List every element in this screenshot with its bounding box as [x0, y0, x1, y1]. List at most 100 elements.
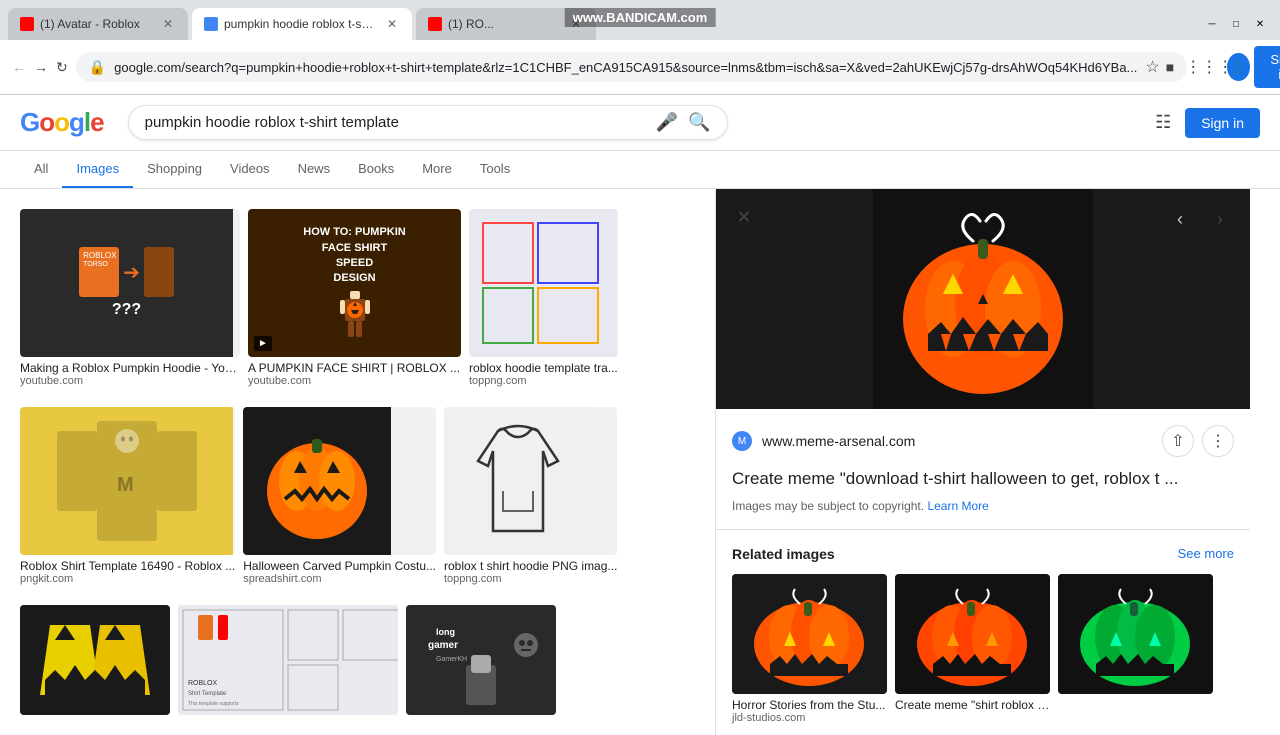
nav-images[interactable]: Images [62, 151, 133, 188]
detail-title: Create meme "download t-shirt halloween … [732, 467, 1234, 491]
svg-text:M: M [117, 474, 134, 496]
image-card-9[interactable]: long gamer GamerKH [406, 605, 556, 723]
video-play-indicator: ► [254, 336, 272, 351]
img-title-5: Halloween Carved Pumpkin Costu... [243, 559, 436, 573]
detail-close-button[interactable]: ✕ [730, 203, 758, 231]
svg-text:This template supports: This template supports [188, 701, 239, 707]
thumb-roblox2: ROBLOX Shirt Template This template supp… [178, 605, 398, 715]
lock-icon: 🔒 [89, 59, 106, 76]
tab-3-favicon [428, 17, 442, 31]
search-bar-wrap: 🎤 🔍 [128, 105, 728, 140]
thumb-pumpkin-text: How To: PumpkinFace ShirtSpeedDesign [248, 209, 461, 357]
thumb-yellow-template: M [20, 407, 233, 555]
related-img-thumb-1 [732, 574, 887, 694]
star-icon[interactable]: ☆ [1145, 57, 1159, 77]
thumb-long-gamer: long gamer GamerKH [406, 605, 556, 715]
img-meta-3: roblox hoodie template tra... toppng.com [469, 357, 618, 391]
img-source-5: spreadshirt.com [243, 573, 436, 585]
extension-icon[interactable]: ■ [1166, 59, 1174, 75]
image-card-3[interactable]: roblox hoodie template tra... toppng.com [469, 209, 618, 391]
image-card-5[interactable]: Halloween Carved Pumpkin Costu... spread… [243, 407, 436, 589]
header-right: ☷ Sign in [1149, 108, 1260, 138]
related-title: Related images [732, 546, 835, 562]
microphone-icon[interactable]: 🎤 [656, 112, 678, 133]
toolbar-right: ⋮⋮⋮ 👤 Sign in [1195, 46, 1280, 88]
google-page: Google 🎤 🔍 ☷ Sign in All Images Shopping… [0, 95, 1280, 735]
image-card-8[interactable]: ROBLOX Shirt Template This template supp… [178, 605, 398, 723]
thumb-horror-pumpkin [20, 605, 170, 715]
source-favicon: M [732, 431, 752, 451]
learn-more-link[interactable]: Learn More [927, 499, 988, 513]
detail-copyright: Images may be subject to copyright. Lear… [732, 499, 1234, 513]
img-meta-5: Halloween Carved Pumpkin Costu... spread… [243, 555, 436, 589]
nav-shopping[interactable]: Shopping [133, 151, 216, 188]
related-img-label-2: Create meme "shirt roblox t... [895, 698, 1050, 712]
google-sign-in-button[interactable]: Sign in [1185, 108, 1260, 138]
img-meta-1: Making a Roblox Pumpkin Hoodie - YouTu..… [20, 357, 240, 391]
image-card-6[interactable]: roblox t shirt hoodie PNG imag... toppng… [444, 407, 617, 589]
apps-icon[interactable]: ⋮⋮⋮ [1195, 53, 1223, 81]
svg-text:gamer: gamer [428, 640, 458, 651]
more-options-button[interactable]: ⋮ [1202, 425, 1234, 457]
share-icon-button[interactable]: ⇧ [1162, 425, 1194, 457]
thumb-template-grid [469, 209, 617, 357]
nav-news[interactable]: News [284, 151, 345, 188]
back-button[interactable]: ← [12, 53, 26, 81]
maximize-button[interactable]: □ [1228, 16, 1244, 32]
source-url-text: www.meme-arsenal.com [762, 433, 915, 449]
tab-2-close[interactable]: ✕ [384, 17, 400, 31]
tab-1-label: (1) Avatar - Roblox [40, 17, 154, 31]
related-image-1[interactable]: Horror Stories from the Stu... jld-studi… [732, 574, 887, 724]
main-pumpkin-image [873, 189, 1093, 409]
close-button[interactable]: ✕ [1252, 16, 1268, 32]
tab-2-favicon [204, 17, 218, 31]
image-card-4[interactable]: M Roblox Shirt Template 16490 - Roblox .… [20, 407, 235, 589]
related-header: Related images See more [732, 546, 1234, 562]
related-img-label-1: Horror Stories from the Stu... [732, 698, 887, 712]
minimize-button[interactable]: ─ [1204, 16, 1220, 32]
img-title-1: Making a Roblox Pumpkin Hoodie - YouTu..… [20, 361, 240, 375]
image-row-1: ROBLOX TORSO ➔ ??? Making a R [0, 201, 715, 391]
tab-2[interactable]: pumpkin hoodie roblox t-shirt te... ✕ [192, 8, 412, 40]
image-card-1[interactable]: ROBLOX TORSO ➔ ??? Making a R [20, 209, 240, 391]
sign-in-button[interactable]: Sign in [1254, 46, 1280, 88]
search-bar[interactable]: 🎤 🔍 [128, 105, 728, 140]
related-images-container: Horror Stories from the Stu... jld-studi… [732, 574, 1234, 724]
thumb-roblox-template: ROBLOX TORSO ➔ ??? [20, 209, 233, 357]
google-header: Google 🎤 🔍 ☷ Sign in [0, 95, 1280, 151]
detail-next-button[interactable]: › [1204, 203, 1236, 235]
nav-videos[interactable]: Videos [216, 151, 284, 188]
nav-books[interactable]: Books [344, 151, 408, 188]
img-meta-2: A PUMPKIN FACE SHIRT | ROBLOX ... youtub… [248, 357, 461, 391]
related-img-thumb-2 [895, 574, 1050, 694]
related-image-3[interactable] [1058, 574, 1213, 724]
related-image-2[interactable]: Create meme "shirt roblox t... [895, 574, 1050, 724]
img-source-1: youtube.com [20, 375, 240, 387]
image-card-7[interactable] [20, 605, 170, 723]
google-apps-icon[interactable]: ☷ [1149, 109, 1177, 137]
detail-prev-button[interactable]: ‹ [1164, 203, 1196, 235]
img-meta-9 [406, 715, 556, 723]
tab-1-close[interactable]: ✕ [160, 17, 176, 31]
address-bar[interactable]: 🔒 google.com/search?q=pumpkin+hoodie+rob… [76, 52, 1187, 82]
nav-more[interactable]: More [408, 151, 466, 188]
nav-all[interactable]: All [20, 151, 62, 188]
search-input[interactable] [145, 114, 646, 131]
svg-text:GamerKH: GamerKH [436, 656, 467, 663]
nav-tools[interactable]: Tools [466, 151, 524, 188]
main-content: ROBLOX TORSO ➔ ??? Making a R [0, 189, 1280, 735]
refresh-button[interactable]: ↻ [56, 53, 68, 81]
tab-1[interactable]: (1) Avatar - Roblox ✕ [8, 8, 188, 40]
image-card-2[interactable]: How To: PumpkinFace ShirtSpeedDesign [248, 209, 461, 391]
image-results: ROBLOX TORSO ➔ ??? Making a R [0, 189, 715, 735]
img-title-2: A PUMPKIN FACE SHIRT | ROBLOX ... [248, 361, 461, 375]
address-bar-row: ← → ↻ 🔒 google.com/search?q=pumpkin+hood… [0, 40, 1280, 95]
profile-icon[interactable]: 👤 [1227, 53, 1249, 81]
see-more-link[interactable]: See more [1178, 546, 1234, 561]
search-submit-icon[interactable]: 🔍 [688, 112, 710, 133]
google-logo[interactable]: Google [20, 107, 104, 138]
img-source-6: toppng.com [444, 573, 617, 585]
forward-button[interactable]: → [34, 53, 48, 81]
related-section: Related images See more [716, 530, 1250, 735]
detail-panel: ✕ ‹ › [715, 189, 1250, 735]
